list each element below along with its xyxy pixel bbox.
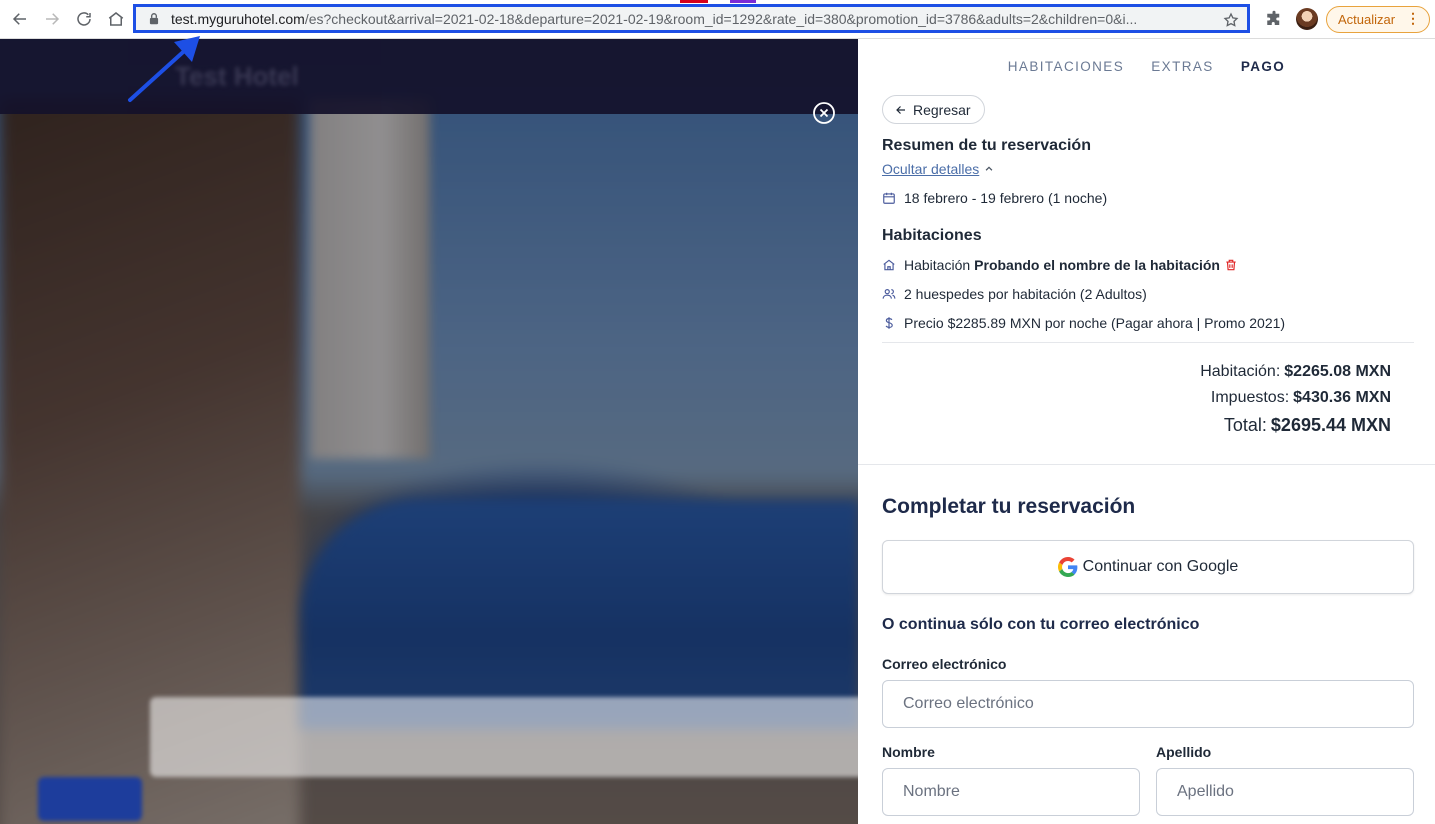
tab-indicator [680, 0, 708, 3]
forward-nav-button[interactable] [41, 8, 63, 30]
step-payment[interactable]: PAGO [1241, 59, 1285, 74]
hide-details-label: Ocultar detalles [882, 161, 980, 177]
reload-button[interactable] [73, 8, 95, 30]
url-host: test.myguruhotel.com [171, 10, 305, 27]
room-row: Habitación Probando el nombre de la habi… [882, 257, 1238, 273]
tax-label: Impuestos: [1210, 389, 1290, 406]
guests-row: 2 huespedes por habitación (2 Adultos) [882, 286, 1147, 302]
url-path: /es?checkout&arrival=2021-02-18&departur… [304, 10, 1138, 27]
star-icon[interactable] [1223, 12, 1239, 28]
summary-divider [882, 342, 1414, 343]
arrow-left-icon [12, 13, 26, 25]
chevron-up-icon [985, 166, 993, 171]
update-button[interactable]: Actualizar ⋮ [1326, 6, 1430, 33]
trash-icon[interactable] [1224, 258, 1238, 272]
last-name-field[interactable] [1156, 768, 1414, 816]
background-page: Test Hotel [0, 39, 858, 824]
annotation-arrow-icon [128, 36, 200, 102]
puzzle-icon[interactable] [1265, 10, 1283, 28]
room-subtotal: Habitación: $2265.08 MXN [1200, 359, 1391, 385]
dollar-icon [885, 317, 893, 329]
profile-avatar[interactable] [1296, 8, 1318, 30]
update-label: Actualizar [1338, 12, 1396, 27]
tax-value: $430.36 MXN [1293, 389, 1391, 406]
first-name-label: Nombre [882, 744, 935, 760]
grand-total: Total: $2695.44 MXN [1200, 411, 1391, 439]
users-icon [882, 289, 896, 299]
background-button [38, 777, 142, 821]
room-name: Probando el nombre de la habitación [974, 257, 1220, 273]
complete-title: Completar tu reservación [882, 495, 1136, 518]
step-extras[interactable]: EXTRAS [1151, 59, 1213, 74]
menu-dots-icon[interactable]: ⋮ [1406, 11, 1420, 25]
last-name-label: Apellido [1156, 744, 1212, 760]
url-text: test.myguruhotel.com/es?checkout&arrival… [171, 11, 1221, 27]
rooms-title: Habitaciones [882, 227, 982, 244]
totals-block: Habitación: $2265.08 MXN Impuestos: $430.3… [1200, 359, 1391, 439]
back-nav-button[interactable] [9, 8, 31, 30]
price-text: Precio $2285.89 MXN por noche (Pagar aho… [904, 315, 1286, 331]
price-row: Precio $2285.89 MXN por noche (Pagar aho… [882, 315, 1285, 331]
google-icon [1057, 557, 1078, 577]
first-name-field[interactable] [882, 768, 1140, 816]
close-circle-icon[interactable] [812, 101, 836, 125]
back-button[interactable]: Regresar [882, 95, 985, 124]
room-subtotal-value: $2265.08 MXN [1284, 363, 1391, 380]
checkout-panel: HABITACIONES EXTRAS PAGO Regresar Resume… [858, 39, 1435, 824]
browser-toolbar: test.myguruhotel.com/es?checkout&arrival… [0, 0, 1435, 39]
or-email-title: O continua sólo con tu correo electrónic… [882, 616, 1200, 633]
summary-title: Resumen de tu reservación [882, 137, 1091, 154]
email-field[interactable] [882, 680, 1414, 728]
calendar-icon [883, 192, 895, 204]
dates-row: 18 febrero - 19 febrero (1 noche) [882, 190, 1107, 206]
address-bar[interactable]: test.myguruhotel.com/es?checkout&arrival… [133, 4, 1250, 33]
back-label: Regresar [913, 101, 971, 118]
home-button[interactable] [105, 8, 127, 30]
google-label: Continuar con Google [1082, 558, 1239, 575]
guests-text: 2 huespedes por habitación (2 Adultos) [904, 286, 1147, 302]
step-rooms[interactable]: HABITACIONES [1008, 59, 1124, 74]
room-prefix: Habitación [904, 257, 971, 273]
house-icon [883, 259, 895, 271]
reload-icon [77, 12, 91, 26]
tax-subtotal: Impuestos: $430.36 MXN [1200, 385, 1391, 411]
google-signin-button[interactable]: Continuar con Google [882, 540, 1414, 594]
arrow-left-icon [896, 105, 905, 114]
arrow-right-icon [46, 13, 60, 25]
section-divider [858, 464, 1435, 465]
email-label: Correo electrónico [882, 656, 1007, 672]
checkout-steps: HABITACIONES EXTRAS PAGO [858, 59, 1435, 74]
dates-text: 18 febrero - 19 febrero (1 noche) [904, 190, 1108, 206]
lock-icon [149, 12, 159, 24]
tab-indicator [730, 0, 756, 3]
total-label: Total: [1223, 415, 1267, 435]
hide-details-link[interactable]: Ocultar detalles [882, 161, 994, 177]
booking-dates-card [150, 697, 858, 777]
home-icon [108, 12, 124, 26]
total-value: $2695.44 MXN [1270, 415, 1391, 435]
room-subtotal-label: Habitación: [1200, 363, 1281, 380]
